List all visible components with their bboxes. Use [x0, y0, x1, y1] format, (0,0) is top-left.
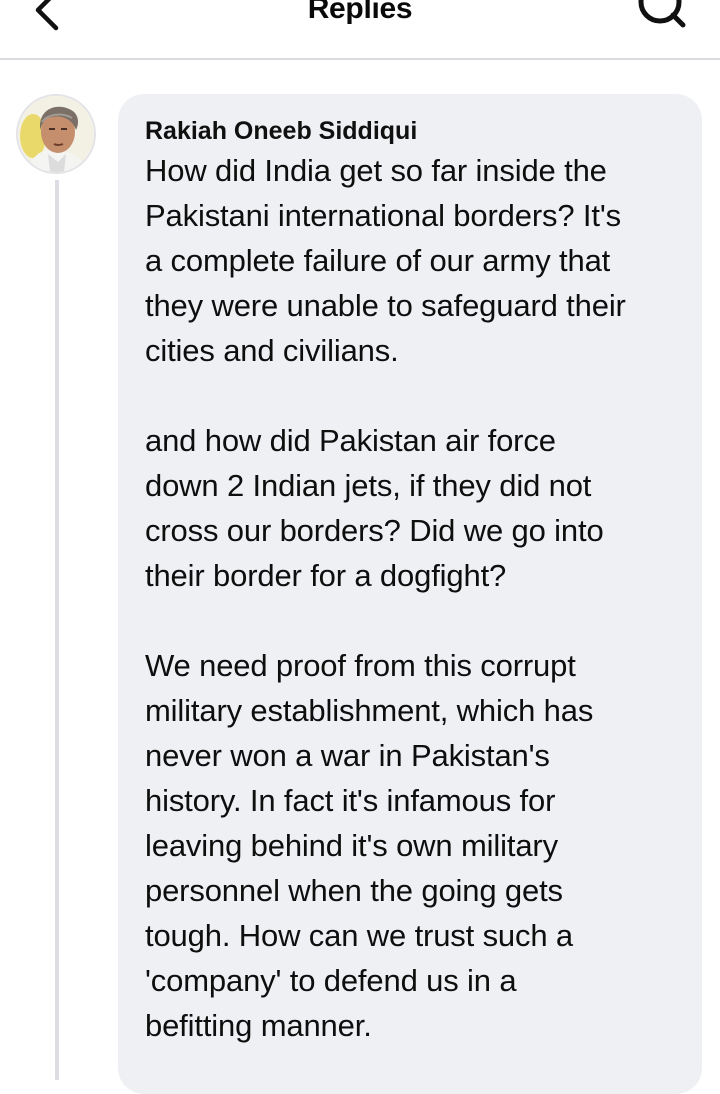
replies-thread: Rakiah Oneeb Siddiqui How did India get …	[0, 62, 720, 1094]
search-icon	[638, 0, 686, 28]
comment-paragraph: We need proof from this corrupt military…	[145, 648, 594, 1043]
comment-paragraph: and how did Pakistan air force down 2 In…	[145, 423, 604, 593]
search-button[interactable]	[630, 0, 690, 36]
profile-photo-icon	[18, 96, 94, 172]
comment-bubble[interactable]: Rakiah Oneeb Siddiqui How did India get …	[118, 94, 702, 1094]
avatar[interactable]	[16, 94, 96, 174]
top-bar: Replies	[0, 0, 720, 60]
page-title: Replies	[307, 0, 413, 25]
comment-paragraph: How did India get so far inside the Paki…	[145, 153, 626, 368]
thread-line	[55, 180, 59, 1080]
comment-author[interactable]: Rakiah Oneeb Siddiqui	[145, 114, 678, 148]
